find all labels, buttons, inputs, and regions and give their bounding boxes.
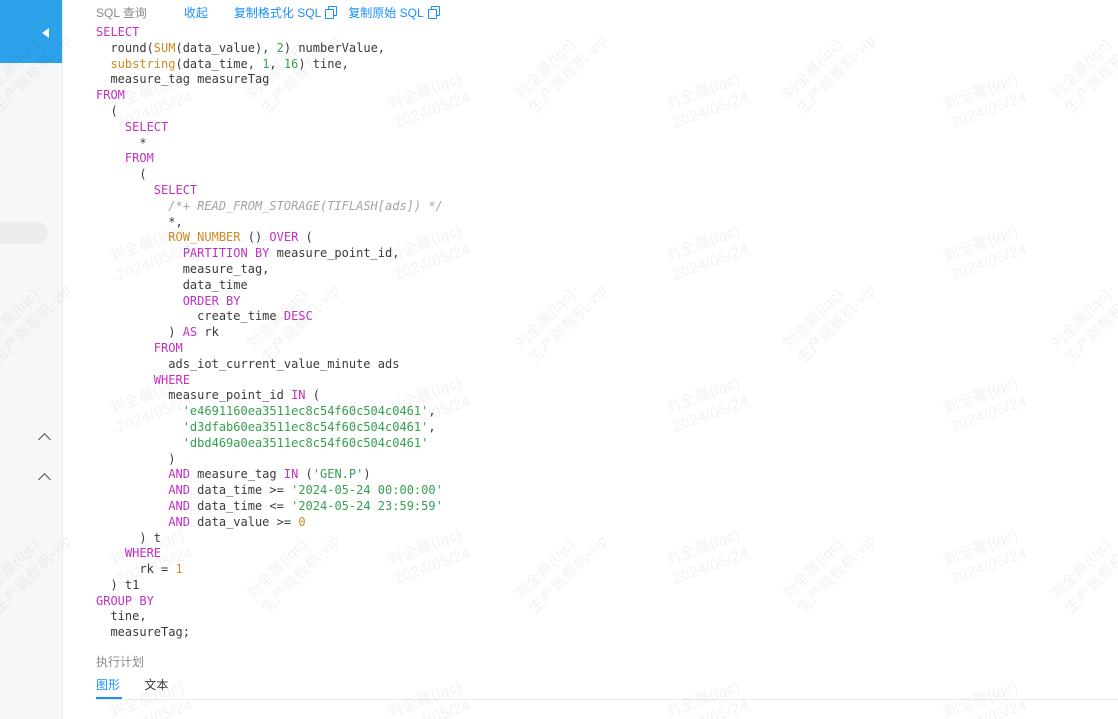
code-line: ) t (96, 530, 162, 545)
copy-formatted-sql-label: 复制格式化 SQL (233, 5, 322, 20)
code-line: ( (96, 103, 118, 118)
code-line: SELECT (96, 25, 140, 39)
code-line: measureTag; (96, 625, 190, 640)
code-line: AND data_time <= '2024-05-24 23:59:59' (168, 498, 443, 513)
code-line: ads_iot_current_value_minute ads (96, 356, 400, 371)
code-line: ORDER BY (182, 293, 241, 308)
code-line: * (96, 135, 147, 150)
code-line: FROM (153, 340, 183, 355)
tab-graph[interactable]: 图形 (96, 676, 120, 693)
code-line: ) (96, 451, 176, 466)
code-line: measure_tag, (96, 261, 270, 276)
code-line: WHERE (124, 546, 162, 561)
active-tab-indicator (96, 697, 122, 699)
code-line: create_time DESC (96, 309, 313, 324)
code-line: rk = 1 (96, 562, 183, 577)
code-line: SELECT (124, 119, 169, 134)
code-line: tine, (96, 609, 147, 624)
code-line: AND data_time >= '2024-05-24 00:00:00' (168, 483, 443, 498)
code-line: SELECT (153, 182, 198, 197)
code-line: 'd3dfab60ea3511ec8c54f60c504c0461', (182, 419, 436, 434)
code-line: data_time (96, 277, 248, 292)
main-panel: SQL 查询 收起 复制格式化 SQL 复制原始 SQL SELECT roun… (63, 0, 1118, 719)
code-line: substring(data_time, 1, 16) tine, (110, 56, 349, 71)
code-line: WHERE (153, 372, 190, 387)
code-line: GROUP BY (96, 593, 154, 608)
sidebar-collapse-button[interactable] (0, 0, 62, 63)
copy-icon (427, 5, 440, 19)
code-line: ( (96, 167, 147, 182)
copy-formatted-sql-link[interactable]: 复制格式化 SQL (233, 4, 338, 21)
sidebar-drag-handle[interactable] (0, 222, 48, 244)
sql-query-title: SQL 查询 (96, 5, 147, 20)
sidebar (0, 0, 63, 719)
code-line: FROM (96, 88, 125, 103)
code-line: *, (96, 214, 183, 229)
chevron-up-icon[interactable] (38, 433, 51, 446)
code-line: 'e4691160ea3511ec8c54f60c504c0461', (182, 404, 436, 419)
plan-tabs: 图形 文本 (96, 676, 189, 693)
code-line: FROM (124, 151, 154, 166)
execution-plan-label: 执行计划 (96, 655, 145, 669)
tab-text[interactable]: 文本 (144, 676, 168, 693)
code-line: AND data_value >= 0 (168, 514, 306, 529)
sql-toolbar: SQL 查询 收起 复制格式化 SQL 复制原始 SQL (96, 3, 440, 21)
left-triangle-icon (42, 28, 49, 38)
sql-code: SELECT round(SUM(data_value), 2) numberV… (96, 25, 443, 641)
copy-raw-sql-link[interactable]: 复制原始 SQL (348, 4, 440, 21)
code-line: measure_tag measureTag (96, 72, 270, 87)
copy-raw-sql-label: 复制原始 SQL (348, 5, 424, 20)
code-line: ) t1 (96, 577, 140, 592)
code-line: ROW_NUMBER () OVER ( (168, 230, 313, 245)
collapse-link[interactable]: 收起 (184, 4, 208, 21)
copy-icon (325, 5, 338, 19)
code-line: ) AS rk (96, 325, 219, 340)
app-root: SQL 查询 收起 复制格式化 SQL 复制原始 SQL SELECT roun… (0, 0, 1118, 719)
tabs-divider (96, 697, 1118, 700)
code-line: 'dbd469a0ea3511ec8c54f60c504c0461' (182, 435, 429, 450)
code-line: PARTITION BY measure_point_id, (182, 246, 400, 261)
code-line: /*+ READ_FROM_STORAGE(TIFLASH[ads]) */ (168, 198, 443, 213)
code-line: AND measure_tag IN ('GEN.P') (168, 467, 371, 482)
code-line: round(SUM(data_value), 2) numberValue, (96, 40, 386, 55)
code-line: measure_point_id IN ( (96, 388, 320, 403)
chevron-up-icon[interactable] (38, 473, 51, 486)
